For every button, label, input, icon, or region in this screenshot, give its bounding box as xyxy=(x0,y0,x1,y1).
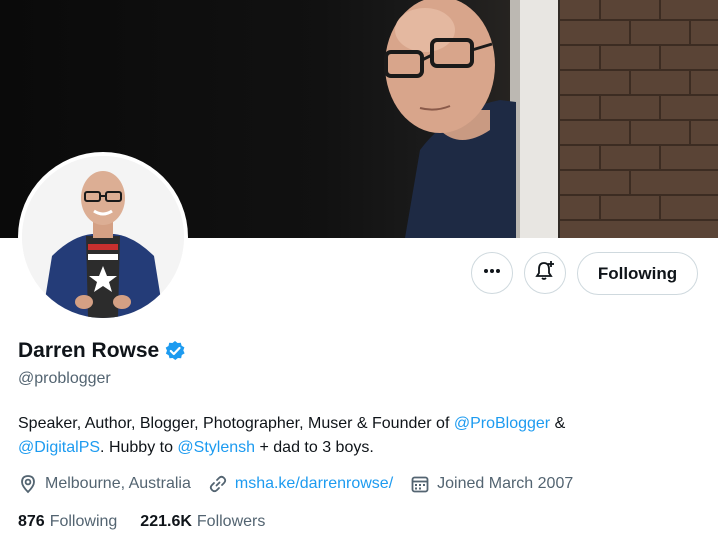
more-button[interactable] xyxy=(471,252,513,294)
profile-joined: Joined March 2007 xyxy=(410,474,573,494)
following-button[interactable]: Following xyxy=(577,252,698,295)
following-count: 876 xyxy=(18,513,45,530)
following-count-link[interactable]: 876 Following xyxy=(18,513,117,531)
profile-location: Melbourne, Australia xyxy=(18,474,191,494)
bio-mention-link[interactable]: @Stylensh xyxy=(177,439,255,456)
bio-text: . Hubby to xyxy=(100,439,178,456)
bio-text: & xyxy=(550,415,566,432)
bell-plus-icon xyxy=(534,260,556,287)
avatar[interactable] xyxy=(18,152,188,322)
followers-count-link[interactable]: 221.6K Followers xyxy=(140,513,265,531)
notifications-toggle-button[interactable] xyxy=(524,252,566,294)
verified-badge-icon[interactable] xyxy=(164,340,186,362)
bio-mention-link[interactable]: @ProBlogger xyxy=(454,415,550,432)
avatar-illustration xyxy=(22,156,184,318)
profile-handle: @problogger xyxy=(18,370,111,387)
followers-count: 221.6K xyxy=(140,513,192,530)
website-link[interactable]: msha.ke/darrenrowse/ xyxy=(235,475,393,493)
following-label: Following xyxy=(49,513,118,530)
link-icon xyxy=(209,475,227,493)
bio-text: + dad to 3 boys. xyxy=(255,439,374,456)
bio-mention-link[interactable]: @DigitalPS xyxy=(18,439,100,456)
profile-name-row: Darren Rowse xyxy=(18,339,186,363)
joined-text: Joined March 2007 xyxy=(437,475,574,492)
calendar-icon xyxy=(411,476,429,493)
more-dots-icon xyxy=(482,261,502,286)
bio-text: Speaker, Author, Blogger, Photographer, … xyxy=(18,415,454,432)
profile-meta: Melbourne, Australia msha.ke/darrenrowse… xyxy=(18,474,590,494)
display-name: Darren Rowse xyxy=(18,339,160,362)
profile-website[interactable]: msha.ke/darrenrowse/ xyxy=(208,474,393,494)
location-text: Melbourne, Australia xyxy=(45,475,191,492)
profile-stats: 876 Following 221.6K Followers xyxy=(18,513,288,531)
location-pin-icon xyxy=(21,475,35,494)
followers-label: Followers xyxy=(196,513,266,530)
profile-bio: Speaker, Author, Blogger, Photographer, … xyxy=(18,412,658,460)
avatar-photo xyxy=(22,156,184,318)
